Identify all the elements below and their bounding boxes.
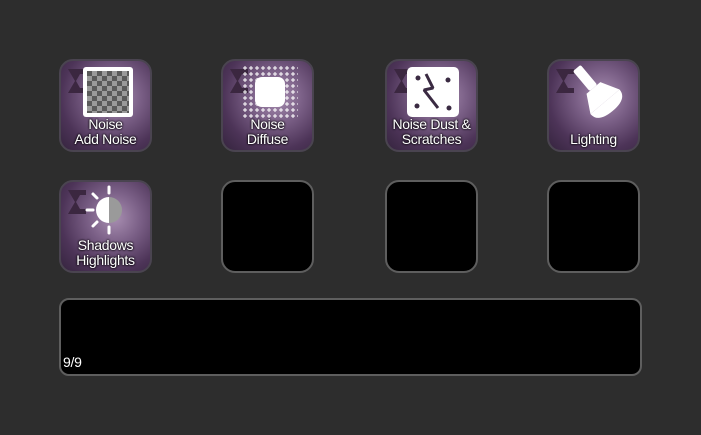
shadows-highlights-key[interactable]: Shadows Highlights <box>59 180 152 273</box>
flashlight-icon <box>573 65 623 118</box>
shadows-highlights-icon <box>85 185 122 235</box>
diffuse-icon <box>242 65 298 119</box>
sigma-badge-icon <box>67 188 87 216</box>
empty-key[interactable] <box>221 180 314 273</box>
key-label: Shadows Highlights <box>76 237 135 268</box>
page-indicator: 9/9 <box>63 354 82 370</box>
lighting-key[interactable]: Lighting <box>547 59 640 152</box>
checkerboard-icon <box>83 67 133 117</box>
key-label: Noise Diffuse <box>246 116 289 147</box>
empty-key[interactable] <box>547 180 640 273</box>
info-bar: 9/9 <box>59 298 642 376</box>
dust-scratches-key[interactable]: Noise Dust & Scratches <box>385 59 478 152</box>
diffuse-key[interactable]: Noise Diffuse <box>221 59 314 152</box>
key-label: Noise Dust & Scratches <box>392 116 471 147</box>
dust-scratches-icon <box>407 67 459 117</box>
empty-key[interactable] <box>385 180 478 273</box>
key-label: Noise Add Noise <box>74 116 137 147</box>
key-label: Lighting <box>570 131 617 147</box>
add-noise-key[interactable]: Noise Add Noise <box>59 59 152 152</box>
